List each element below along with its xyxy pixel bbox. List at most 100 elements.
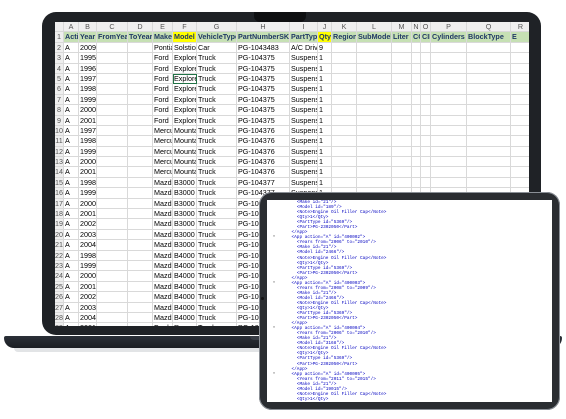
cell-q[interactable] xyxy=(467,105,511,116)
cell-b[interactable]: 2001 xyxy=(79,323,97,326)
cell-b[interactable]: 2002 xyxy=(79,219,97,230)
cell-n[interactable] xyxy=(412,105,421,116)
cell-b[interactable]: 2004 xyxy=(79,312,97,324)
cell-q[interactable] xyxy=(467,94,511,106)
cell-e[interactable]: Ford xyxy=(153,94,173,106)
row-number[interactable]: 11 xyxy=(55,136,64,147)
column-letter-n[interactable]: N xyxy=(412,22,421,33)
cell-m[interactable] xyxy=(392,177,412,189)
cell-n[interactable] xyxy=(412,136,421,147)
cell-q[interactable] xyxy=(467,115,511,126)
cell-e[interactable]: Mercury xyxy=(153,157,173,168)
cell-q[interactable] xyxy=(467,53,511,64)
cell-e[interactable]: Ford xyxy=(153,73,173,85)
cell-d[interactable] xyxy=(128,63,153,74)
cell-e[interactable]: Mazda xyxy=(153,198,173,210)
cell-a[interactable]: A xyxy=(64,125,79,137)
cell-o[interactable] xyxy=(421,73,431,85)
cell-m[interactable] xyxy=(392,84,412,95)
cell-l[interactable] xyxy=(357,73,392,85)
header-cell-n[interactable]: CC xyxy=(412,32,421,43)
cell-a[interactable]: A xyxy=(64,167,79,178)
row-number[interactable]: 29 xyxy=(55,323,64,326)
cell-e[interactable]: Mazda xyxy=(153,312,173,324)
cell-n[interactable] xyxy=(412,167,421,178)
cell-j[interactable]: 1 xyxy=(318,177,332,189)
cell-g[interactable]: Truck xyxy=(197,115,237,126)
cell-d[interactable] xyxy=(128,271,153,282)
cell-b[interactable]: 1998 xyxy=(79,84,97,95)
cell-d[interactable] xyxy=(128,312,153,324)
row-number[interactable]: 16 xyxy=(55,188,64,199)
cell-r[interactable] xyxy=(511,136,529,147)
header-cell-c[interactable]: FromYear xyxy=(97,32,128,43)
cell-r[interactable] xyxy=(511,95,529,106)
cell-i[interactable]: A/C Drive xyxy=(290,42,318,54)
cell-a[interactable]: A xyxy=(64,323,79,326)
cell-o[interactable] xyxy=(421,53,431,64)
row-number[interactable]: 23 xyxy=(55,260,64,272)
cell-i[interactable]: Suspension xyxy=(290,125,318,137)
cell-d[interactable] xyxy=(128,302,153,313)
cell-j[interactable]: 1 xyxy=(318,94,332,106)
cell-a[interactable]: A xyxy=(64,73,79,85)
cell-d[interactable] xyxy=(128,281,153,293)
cell-e[interactable]: Ford xyxy=(153,323,173,326)
cell-e[interactable]: Mercury xyxy=(153,136,173,147)
cell-b[interactable]: 2001 xyxy=(79,167,97,178)
cell-l[interactable] xyxy=(357,53,392,64)
cell-c[interactable] xyxy=(97,240,128,251)
cell-d[interactable] xyxy=(128,157,153,168)
cell-l[interactable] xyxy=(357,157,392,168)
cell-k[interactable] xyxy=(332,157,357,168)
cell-g[interactable]: Truck xyxy=(197,219,237,230)
cell-g[interactable]: Truck xyxy=(197,312,237,324)
cell-c[interactable] xyxy=(97,281,128,293)
column-letter-h[interactable]: H xyxy=(237,22,290,33)
cell-b[interactable]: 1999 xyxy=(79,188,97,199)
cell-d[interactable] xyxy=(128,219,153,230)
cell-n[interactable] xyxy=(412,73,421,85)
cell-q[interactable] xyxy=(467,63,511,74)
cell-b[interactable]: 1998 xyxy=(79,136,97,147)
cell-k[interactable] xyxy=(332,105,357,116)
cell-g[interactable]: Truck xyxy=(197,240,237,251)
header-cell-f[interactable]: Model xyxy=(173,32,197,43)
cell-i[interactable]: Suspension xyxy=(290,115,318,126)
cell-n[interactable] xyxy=(412,115,421,126)
cell-j[interactable]: 9 xyxy=(318,42,332,54)
cell-a[interactable]: A xyxy=(64,302,79,313)
cell-l[interactable] xyxy=(357,84,392,95)
cell-f[interactable]: Mountaineer xyxy=(173,157,197,168)
cell-q[interactable] xyxy=(467,177,511,189)
cell-f[interactable]: B4000 xyxy=(173,281,197,293)
cell-c[interactable] xyxy=(97,323,128,326)
cell-d[interactable] xyxy=(128,42,153,54)
cell-b[interactable]: 2002 xyxy=(79,292,97,303)
header-cell-b[interactable]: Year xyxy=(79,32,97,43)
cell-k[interactable] xyxy=(332,42,357,54)
cell-a[interactable]: A xyxy=(64,312,79,324)
cell-b[interactable]: 1998 xyxy=(79,177,97,189)
cell-m[interactable] xyxy=(392,73,412,85)
cell-l[interactable] xyxy=(357,125,392,137)
row-number[interactable]: 27 xyxy=(55,302,64,313)
cell-o[interactable] xyxy=(421,105,431,116)
cell-h[interactable]: PG-104375 xyxy=(237,53,290,64)
cell-f[interactable]: Explorer xyxy=(173,115,197,126)
cell-g[interactable]: Truck xyxy=(197,198,237,210)
cell-a[interactable]: A xyxy=(64,157,79,168)
cell-o[interactable] xyxy=(421,177,431,189)
cell-c[interactable] xyxy=(97,42,128,54)
cell-p[interactable] xyxy=(431,177,467,189)
column-letter-l[interactable]: L xyxy=(357,22,392,33)
row-number[interactable]: 28 xyxy=(55,312,64,324)
cell-f[interactable]: B3000 xyxy=(173,177,197,189)
cell-k[interactable] xyxy=(332,167,357,178)
cell-a[interactable]: A xyxy=(64,271,79,282)
cell-f[interactable]: Mountaineer xyxy=(173,125,197,137)
cell-d[interactable] xyxy=(128,188,153,199)
cell-g[interactable]: Truck xyxy=(197,260,237,272)
cell-f[interactable]: B3000 xyxy=(173,198,197,210)
cell-g[interactable]: Truck xyxy=(197,188,237,199)
